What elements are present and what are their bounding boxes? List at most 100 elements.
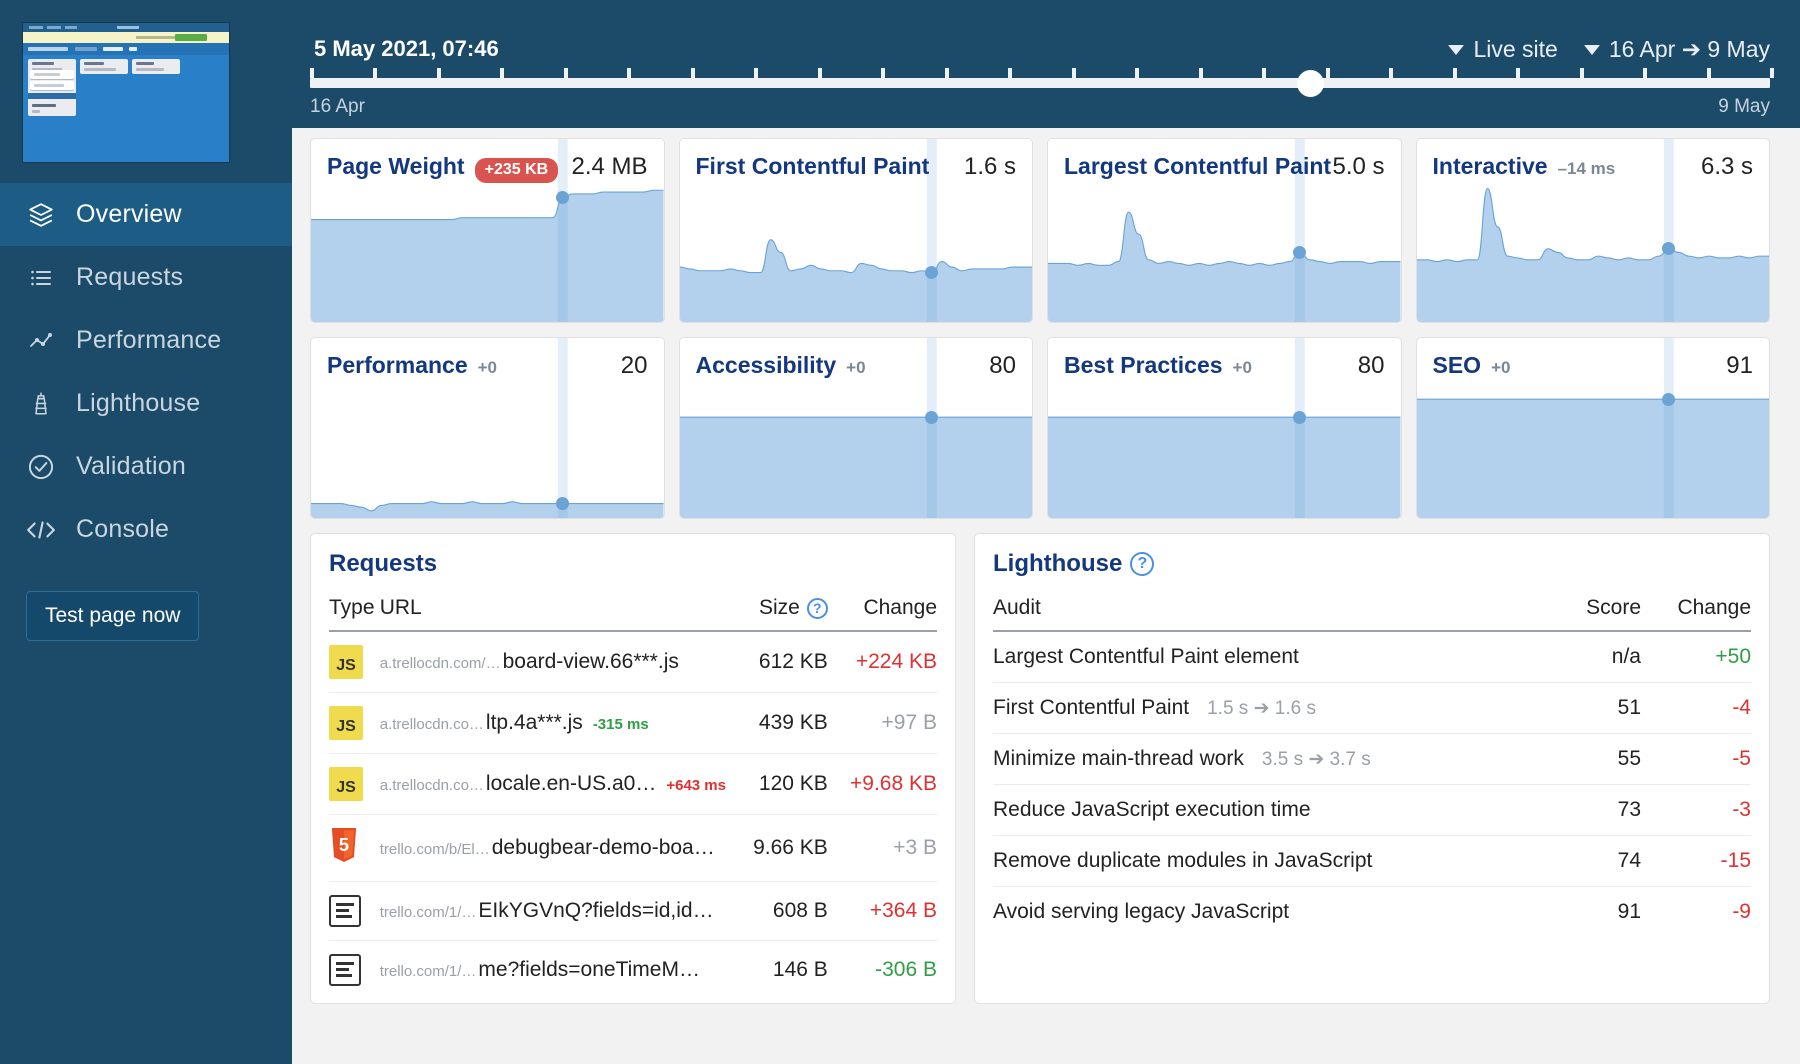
cell-audit[interactable]: Avoid serving legacy JavaScript [993,887,1521,938]
sidebar-item-requests[interactable]: Requests [0,246,292,309]
thumb-card-2 [30,81,74,90]
date-range-selector[interactable]: 16 Apr ➔ 9 May [1583,36,1770,63]
topbar: 5 May 2021, 07:46 Live site 16 Apr ➔ 9 M… [292,0,1800,128]
requests-table-body: JS a.trellocdn.com/… board-view.66***.js 61… [329,631,937,999]
col-change: Change [827,596,937,632]
score-card-accessibility[interactable]: Accessibility +0 80 [678,337,1033,519]
sidebar-item-validation[interactable]: Validation [0,435,292,498]
table-row[interactable]: trello.com/1/… me?fields=oneTimeM… 146 B -3… [329,941,937,1000]
cell-type: JS [329,753,380,815]
js-file-icon: JS [329,645,363,679]
metric-card-first-contentful-paint[interactable]: First Contentful Paint 1.6 s [678,138,1033,323]
cell-change: -3 [1641,784,1751,836]
url-prefix: a.trellocdn.co… [379,716,484,733]
doc-file-icon [329,895,361,927]
cell-url[interactable]: a.trellocdn.co… ltp.4a***.js -315 ms [379,692,726,754]
table-row[interactable]: JS a.trellocdn.co… ltp.4a***.js -315 ms 439 … [329,692,937,754]
lighthouse-table: Audit Score Change Largest Contentful Pa… [993,596,1751,937]
table-row[interactable]: JS a.trellocdn.com/… board-view.66***.js 61… [329,631,937,693]
col-change: Change [1641,596,1751,632]
url-time-delta: +643 ms [666,777,726,794]
col-type: Type [329,596,380,632]
sparkline-marker [1661,242,1675,256]
col-audit: Audit [993,596,1521,632]
card-title: Largest Contentful Paint [1064,153,1332,179]
cell-change: +3 B [827,814,937,882]
card-title: Page Weight [327,153,465,179]
cell-url[interactable]: trello.com/1/… me?fields=oneTimeM… [380,941,726,1000]
metric-card-largest-contentful-paint[interactable]: Largest Contentful Paint 5.0 s [1047,138,1402,323]
metric-card-page-weight[interactable]: Page Weight +235 KB 2.4 MB [310,138,665,323]
js-file-icon: JS [329,767,363,801]
cell-type [329,941,380,1000]
table-row[interactable]: Reduce JavaScript execution time 73 -3 [993,784,1751,836]
sparkline-marker [924,266,938,280]
cell-url[interactable]: a.trellocdn.com/… board-view.66***.js [379,631,726,693]
table-row[interactable]: First Contentful Paint 1.5 s ➔ 1.6 s 51 -4 [993,682,1751,734]
cell-audit[interactable]: Remove duplicate modules in JavaScript [993,835,1521,887]
timeline-slider[interactable]: 16 Apr 9 May [310,68,1774,118]
sidebar-item-label: Lighthouse [76,389,201,417]
cell-change: +224 KB [827,631,937,693]
audit-name: First Contentful Paint [993,696,1190,719]
table-header-row: Type URL Size ? Change [329,596,937,632]
cell-change: +97 B [827,692,937,754]
sidebar-item-overview[interactable]: Overview [0,183,292,246]
url-filename: EIkYGVnQ?fields=id,id… [478,899,714,922]
help-icon[interactable]: ? [1130,552,1155,576]
thumb-list-2 [28,101,76,116]
thumb-subbar [23,43,229,55]
cell-url[interactable]: trello.com/b/El… debugbear-demo-boa… [379,814,726,882]
table-row[interactable]: 5 trello.com/b/El… debugbear-demo-boa… 9.66… [329,814,937,882]
html-file-icon: 5 [331,828,357,862]
sidebar-item-performance[interactable]: Performance [0,309,292,372]
table-row[interactable]: Minimize main-thread work 3.5 s ➔ 3.7 s 55… [993,733,1751,785]
layers-icon [26,202,56,228]
cell-score: 51 [1521,682,1641,734]
cell-audit[interactable]: First Contentful Paint 1.5 s ➔ 1.6 s [993,682,1521,734]
table-row[interactable]: trello.com/1/… EIkYGVnQ?fields=id,id… 608 … [329,881,937,941]
cell-audit[interactable]: Minimize main-thread work 3.5 s ➔ 3.7 s [993,733,1521,785]
thumb-topbar [23,23,229,32]
timeline-labels: 16 Apr 9 May [310,96,1770,118]
cell-type [329,881,380,941]
card-delta: –14 ms [1557,159,1616,178]
test-page-now-button[interactable]: Test page now [26,591,200,641]
audit-name: Minimize main-thread work [993,747,1244,770]
content: Page Weight +235 KB 2.4 MB First Content… [292,128,1800,1064]
score-card-seo[interactable]: SEO +0 91 [1415,337,1770,519]
help-icon[interactable]: ? [806,597,828,619]
cell-size: 608 B [725,881,828,941]
cell-type: JS [329,631,380,693]
top-controls: Live site 16 Apr ➔ 9 May [1448,36,1770,63]
table-row[interactable]: JS a.trellocdn.co… locale.en-US.a0… +643 ms… [329,753,937,815]
audit-detail: 1.5 s ➔ 1.6 s [1207,698,1316,719]
cell-url[interactable]: trello.com/1/… EIkYGVnQ?fields=id,id… [379,881,726,941]
audit-detail: 3.5 s ➔ 3.7 s [1261,749,1371,770]
sidebar-item-console[interactable]: Console [0,498,292,561]
chevron-down-icon [1583,44,1600,55]
table-row[interactable]: Largest Contentful Paint element n/a +50 [993,631,1751,683]
cell-size: 612 KB [725,631,828,693]
score-card-best-practices[interactable]: Best Practices +0 80 [1047,337,1402,519]
score-card-performance[interactable]: Performance +0 20 [310,337,665,519]
metric-card-interactive[interactable]: Interactive –14 ms 6.3 s [1415,138,1770,323]
sidebar-item-label: Validation [76,452,186,480]
url-prefix: a.trellocdn.co… [379,777,484,794]
table-row[interactable]: Avoid serving legacy JavaScript 91 -9 [993,887,1751,938]
timeline-track[interactable] [310,68,1774,97]
cell-size: 439 KB [725,692,828,754]
cell-type: 5 [329,814,380,882]
card-title: Accessibility [695,352,837,378]
card-value: 2.4 MB [571,153,648,180]
site-selector[interactable]: Live site [1448,36,1558,63]
timeline-handle[interactable] [1297,70,1325,97]
cell-audit[interactable]: Largest Contentful Paint element [993,631,1521,683]
cell-audit[interactable]: Reduce JavaScript execution time [993,784,1521,836]
table-row[interactable]: Remove duplicate modules in JavaScript 74… [993,835,1751,887]
sidebar-item-lighthouse[interactable]: Lighthouse [0,372,292,435]
url-filename: debugbear-demo-boa… [491,836,715,859]
cell-change: -306 B [875,958,937,981]
site-screenshot-thumbnail[interactable] [0,12,292,177]
cell-url[interactable]: a.trellocdn.co… locale.en-US.a0… +643 ms [379,753,726,815]
